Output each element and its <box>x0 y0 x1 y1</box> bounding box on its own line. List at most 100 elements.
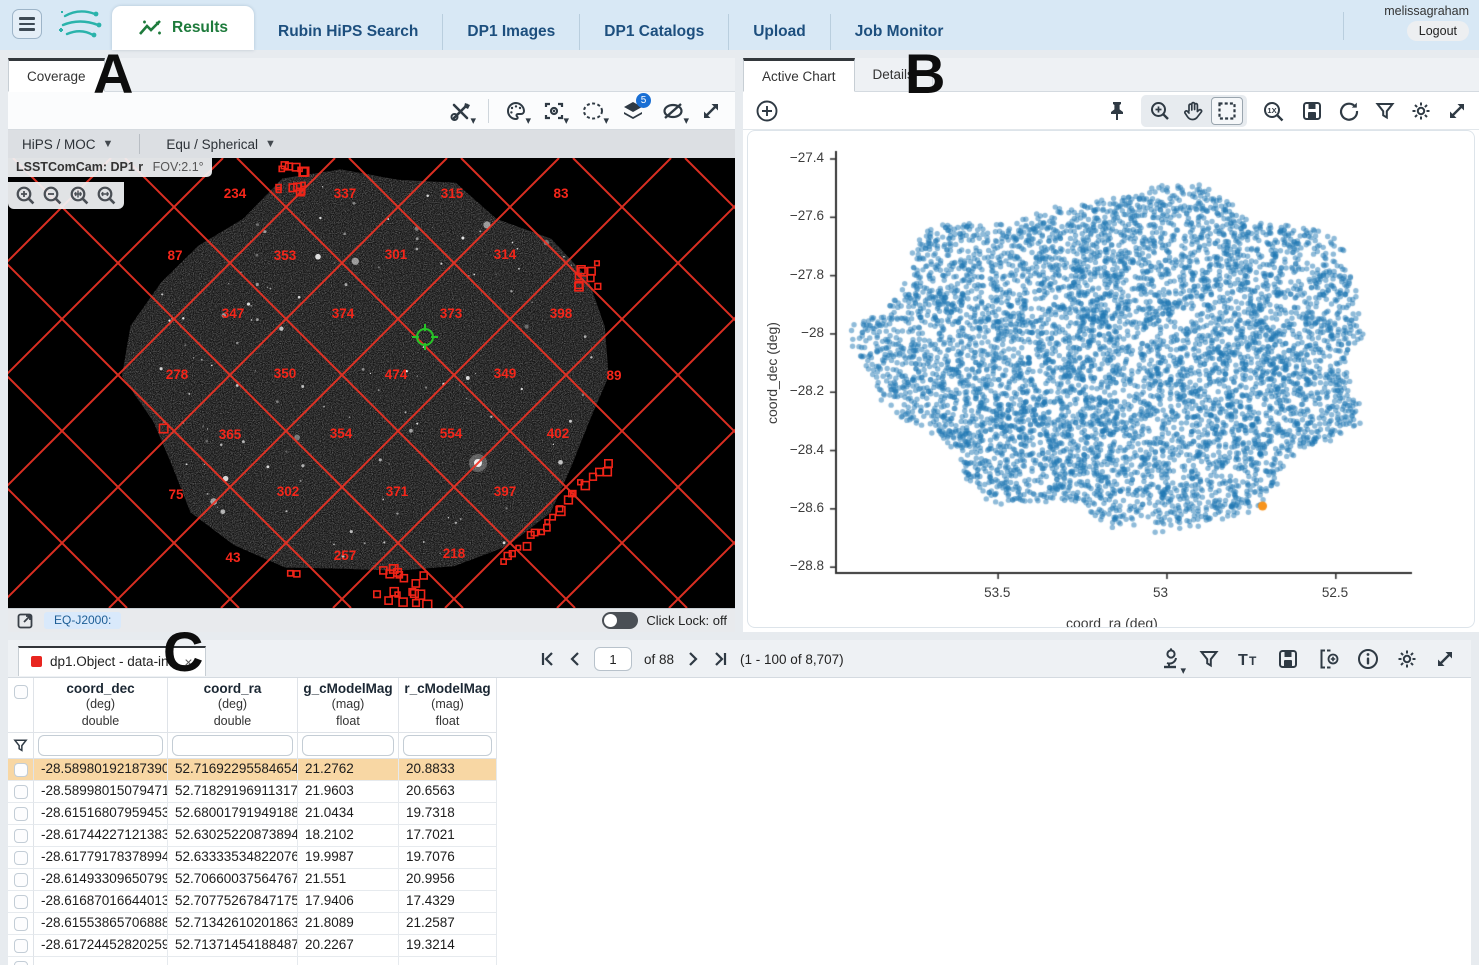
first-page-icon[interactable] <box>540 651 556 667</box>
table-cell[interactable]: 52.71371454188487 <box>168 935 298 957</box>
table-cell[interactable]: 20.8833 <box>399 759 497 781</box>
table-filter-icon[interactable] <box>1199 649 1219 669</box>
coverage-sky-map[interactable]: 2343373158387353301314347374373398278350… <box>8 158 735 608</box>
filter-input-r_cModelMag[interactable] <box>403 735 492 756</box>
chart-restore-icon[interactable] <box>1338 100 1360 122</box>
row-checkbox[interactable] <box>14 895 28 909</box>
filter-input-coord_dec[interactable] <box>38 735 163 756</box>
nav-tab-dp1-catalogs[interactable]: DP1 Catalogs <box>579 14 728 50</box>
nav-tab-rubin-hips-search[interactable]: Rubin HiPS Search <box>254 14 442 50</box>
table-row[interactable] <box>8 957 1471 965</box>
nav-tab-results[interactable]: Results <box>112 6 254 50</box>
zoom-out-icon[interactable] <box>42 185 63 206</box>
table-cell[interactable]: 52.68001791949188 <box>168 803 298 825</box>
table-cell[interactable]: -28.615168079594536 <box>34 803 168 825</box>
table-cell[interactable]: -28.615538657068885 <box>34 913 168 935</box>
row-checkbox[interactable] <box>14 851 28 865</box>
table-text-view-icon[interactable]: TT <box>1236 649 1260 669</box>
table-cell[interactable]: -28.617442271213836 <box>34 825 168 847</box>
table-cell[interactable]: 21.2587 <box>399 913 497 935</box>
table-cell[interactable]: 52.70660037564767 <box>168 869 298 891</box>
table-cell[interactable]: -28.589980150794716 <box>34 781 168 803</box>
hips-moc-dropdown[interactable]: HiPS / MOC ▼ <box>22 137 113 152</box>
select-region-icon[interactable] <box>581 101 605 121</box>
zoom-in-icon[interactable] <box>15 185 36 206</box>
table-cell[interactable]: 21.551 <box>298 869 399 891</box>
table-cell[interactable]: 17.9406 <box>298 891 399 913</box>
filter-input-coord_ra[interactable] <box>172 735 293 756</box>
filter-input-g_cModelMag[interactable] <box>302 735 394 756</box>
logout-button[interactable]: Logout <box>1407 21 1469 41</box>
select-all-checkbox[interactable] <box>14 685 28 699</box>
table-row[interactable]: -28.58980192187390752.7169229558465421.2… <box>8 759 1471 781</box>
center-image-icon[interactable] <box>543 101 565 121</box>
click-to-search-icon[interactable] <box>1158 647 1182 671</box>
column-header-coord_ra[interactable]: coord_ra(deg)double <box>168 678 298 733</box>
last-page-icon[interactable] <box>712 651 728 667</box>
table-expand-icon[interactable] <box>1435 649 1455 669</box>
nav-tab-job-monitor[interactable]: Job Monitor <box>830 14 968 50</box>
table-row[interactable]: -28.61516807959453652.6800179194918821.0… <box>8 803 1471 825</box>
zoom-fit-icon[interactable] <box>69 185 90 206</box>
table-cell[interactable]: -28.61724452820259 <box>34 935 168 957</box>
table-cell[interactable] <box>34 957 168 965</box>
table-cell[interactable]: 19.7318 <box>399 803 497 825</box>
table-cell[interactable]: 20.6563 <box>399 781 497 803</box>
table-cell[interactable]: 52.71829196911317 <box>168 781 298 803</box>
row-checkbox[interactable] <box>14 807 28 821</box>
table-cell[interactable]: 18.2102 <box>298 825 399 847</box>
row-checkbox[interactable] <box>14 785 28 799</box>
color-palette-icon[interactable] <box>505 101 527 121</box>
chart-zoom-tool-icon[interactable] <box>1145 98 1175 124</box>
table-cell[interactable]: 17.7021 <box>399 825 497 847</box>
prev-page-icon[interactable] <box>568 651 582 667</box>
next-page-icon[interactable] <box>686 651 700 667</box>
table-cell[interactable]: -28.614933096507997 <box>34 869 168 891</box>
table-row[interactable]: -28.61553865706888552.7134261020186321.8… <box>8 913 1471 935</box>
table-row[interactable]: -28.61687016644013752.70775267847175617.… <box>8 891 1471 913</box>
expand-panel-icon[interactable] <box>701 101 721 121</box>
projection-dropdown[interactable]: Equ / Spherical ▼ <box>166 137 275 152</box>
table-cell[interactable]: 20.2267 <box>298 935 399 957</box>
tools-icon[interactable] <box>450 101 472 121</box>
row-checkbox[interactable] <box>14 763 28 777</box>
chart-select-tool-icon[interactable] <box>1211 97 1243 125</box>
table-cell[interactable] <box>168 957 298 965</box>
column-header-g_cModelMag[interactable]: g_cModelMag(mag)float <box>298 678 399 733</box>
table-cell[interactable]: 17.4329 <box>399 891 497 913</box>
table-info-icon[interactable] <box>1357 648 1379 670</box>
table-row[interactable]: -28.61744227121383652.63025220873894518.… <box>8 825 1471 847</box>
chart-zoom-original-icon[interactable]: 1X <box>1262 100 1286 122</box>
click-lock-toggle[interactable] <box>602 612 638 629</box>
table-settings-icon[interactable] <box>1396 648 1418 670</box>
nav-tab-dp1-images[interactable]: DP1 Images <box>442 14 579 50</box>
chart-filter-icon[interactable] <box>1375 101 1395 121</box>
table-cell[interactable]: -28.589801921873907 <box>34 759 168 781</box>
table-cell[interactable]: 52.71342610201863 <box>168 913 298 935</box>
column-header-coord_dec[interactable]: coord_dec(deg)double <box>34 678 168 733</box>
table-cell[interactable]: 21.8089 <box>298 913 399 935</box>
table-cell[interactable]: 21.2762 <box>298 759 399 781</box>
scatter-chart[interactable]: coord_ra (deg) coord_dec (deg) −27.4−27.… <box>747 130 1475 628</box>
row-checkbox[interactable] <box>14 829 28 843</box>
chart-settings-icon[interactable] <box>1410 100 1432 122</box>
table-cell[interactable]: 52.707752678471756 <box>168 891 298 913</box>
table-cell[interactable]: 21.9603 <box>298 781 399 803</box>
zoom-fill-icon[interactable] <box>96 185 117 206</box>
table-row[interactable]: -28.58998015079471652.7182919691131721.9… <box>8 781 1471 803</box>
table-row[interactable]: -28.61493309650799752.7066003756476721.5… <box>8 869 1471 891</box>
chart-save-icon[interactable] <box>1301 100 1323 122</box>
row-checkbox[interactable] <box>14 873 28 887</box>
table-cell[interactable]: -28.617791783789944 <box>34 847 168 869</box>
table-cell[interactable]: 52.71692295584654 <box>168 759 298 781</box>
hide-overlays-icon[interactable] <box>661 101 685 121</box>
table-cell[interactable] <box>298 957 399 965</box>
table-cell[interactable]: 20.9956 <box>399 869 497 891</box>
table-cell[interactable]: 21.0434 <box>298 803 399 825</box>
tab-coverage[interactable]: Coverage <box>8 58 105 92</box>
chart-expand-icon[interactable] <box>1447 101 1467 121</box>
table-cell[interactable]: 19.3214 <box>399 935 497 957</box>
table-cell[interactable]: 19.7076 <box>399 847 497 869</box>
table-save-icon[interactable] <box>1277 648 1299 670</box>
chart-pan-tool-icon[interactable] <box>1179 98 1207 124</box>
